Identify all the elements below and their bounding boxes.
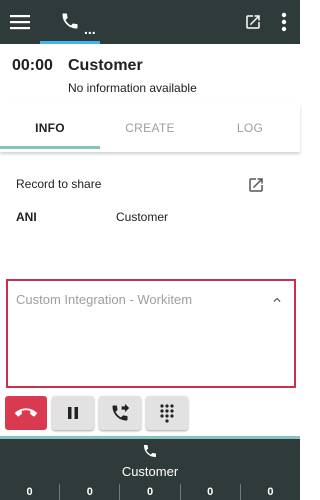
phone-icon <box>144 445 156 457</box>
ani-label: ANI <box>16 210 37 224</box>
hang-up-button[interactable] <box>5 396 47 430</box>
call-timer: 00:00 <box>12 57 53 74</box>
open-in-new-icon <box>249 178 263 192</box>
chevron-up-icon <box>273 297 281 302</box>
custom-integration-title[interactable]: Custom Integration - Workitem <box>16 292 192 307</box>
popout-button[interactable] <box>240 0 266 44</box>
record-popout-button[interactable] <box>247 176 265 194</box>
phone-tab-dots: ... <box>84 21 96 37</box>
collapse-button[interactable] <box>270 293 284 307</box>
hang-up-icon <box>15 408 37 417</box>
hamburger-menu-icon <box>10 15 30 30</box>
call-header: 00:00 Customer No information available <box>0 44 300 100</box>
tab-bar: INFO CREATE LOG <box>0 104 300 152</box>
counter: 0 <box>120 484 181 500</box>
dialpad-icon <box>160 404 174 423</box>
phone-tab[interactable]: ... <box>52 0 106 44</box>
phone-icon <box>62 13 78 29</box>
hold-button[interactable] <box>52 396 94 430</box>
tab-create[interactable]: CREATE <box>100 104 200 152</box>
hamburger-menu-button[interactable] <box>6 0 34 44</box>
pause-icon <box>68 407 78 419</box>
counter: 0 <box>181 484 241 500</box>
counter: 0 <box>0 484 61 500</box>
caller-name: Customer <box>68 57 143 74</box>
counter: 0 <box>267 486 274 498</box>
caller-info: No information available <box>68 81 197 95</box>
transfer-button[interactable] <box>99 396 141 430</box>
dialpad-button[interactable] <box>146 396 188 430</box>
active-call-strip[interactable]: Customer 0 0 0 0 0 <box>0 436 300 500</box>
custom-integration-card: Custom Integration - Workitem <box>6 279 296 388</box>
more-vertical-icon <box>281 12 287 32</box>
call-actions <box>0 396 300 432</box>
phone-forward-icon <box>112 403 130 421</box>
tab-indicator <box>0 146 100 149</box>
tab-info[interactable]: INFO <box>0 104 100 152</box>
tab-log[interactable]: LOG <box>200 104 300 152</box>
record-to-share-label: Record to share <box>16 177 102 191</box>
counter: 0 <box>60 484 121 500</box>
top-app-bar: ... <box>0 0 300 44</box>
ani-value: Customer <box>116 210 169 224</box>
open-in-new-icon <box>246 15 260 29</box>
active-call-name: Customer <box>121 464 179 479</box>
queue-counters: 0 0 0 0 0 <box>0 484 300 500</box>
more-options-button[interactable] <box>272 0 296 44</box>
